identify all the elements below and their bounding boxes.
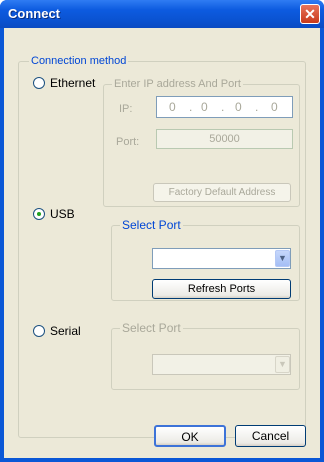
ok-label: OK xyxy=(181,430,199,444)
usb-select-port-legend: Select Port xyxy=(120,218,183,232)
ip-octet-2: 0 xyxy=(201,100,208,114)
chevron-down-icon[interactable]: ▼ xyxy=(275,356,290,373)
dialog-client-area: Connection method Ethernet Enter IP addr… xyxy=(4,28,320,458)
usb-port-select[interactable]: ▼ xyxy=(152,248,291,269)
serial-port-select[interactable]: ▼ xyxy=(152,354,291,375)
serial-radio-label[interactable]: Serial xyxy=(50,324,81,338)
ip-octet-1: 0 xyxy=(169,100,176,114)
ip-separator: . xyxy=(255,100,259,114)
radio-selected-dot xyxy=(37,212,41,216)
ethernet-radio[interactable] xyxy=(33,77,45,89)
ethernet-radio-label[interactable]: Ethernet xyxy=(50,76,95,90)
usb-radio-label[interactable]: USB xyxy=(50,207,75,221)
serial-radio[interactable] xyxy=(33,325,45,337)
connection-method-legend: Connection method xyxy=(29,55,129,68)
serial-select-port-legend: Select Port xyxy=(120,321,183,335)
ip-octet-4: 0 xyxy=(271,100,278,114)
close-button[interactable]: ✕ xyxy=(300,4,320,24)
window-title: Connect xyxy=(8,6,60,21)
ip-label: IP: xyxy=(119,103,133,115)
factory-default-label: Factory Default Address xyxy=(168,187,276,198)
close-icon: ✕ xyxy=(304,6,316,22)
ip-separator: . xyxy=(221,100,225,114)
ip-octet-3: 0 xyxy=(235,100,242,114)
cancel-button[interactable]: Cancel xyxy=(235,425,306,447)
refresh-ports-label: Refresh Ports xyxy=(187,283,256,295)
connect-dialog: Connect ✕ Connection method Ethernet Ent… xyxy=(0,0,324,462)
factory-default-address-button[interactable]: Factory Default Address xyxy=(153,183,291,202)
refresh-ports-button[interactable]: Refresh Ports xyxy=(152,279,291,299)
chevron-down-icon[interactable]: ▼ xyxy=(275,250,290,267)
ip-separator: . xyxy=(189,100,193,114)
ip-address-field[interactable]: 0 . 0 . 0 . 0 xyxy=(156,96,293,118)
ip-port-legend: Enter IP address And Port xyxy=(112,78,243,91)
ok-button[interactable]: OK xyxy=(154,425,226,447)
port-value: 50000 xyxy=(209,133,240,145)
port-label: Port: xyxy=(116,136,140,148)
cancel-label: Cancel xyxy=(251,429,290,443)
title-bar[interactable]: Connect ✕ xyxy=(0,0,324,28)
usb-radio[interactable] xyxy=(33,208,45,220)
port-field[interactable]: 50000 xyxy=(156,129,293,149)
